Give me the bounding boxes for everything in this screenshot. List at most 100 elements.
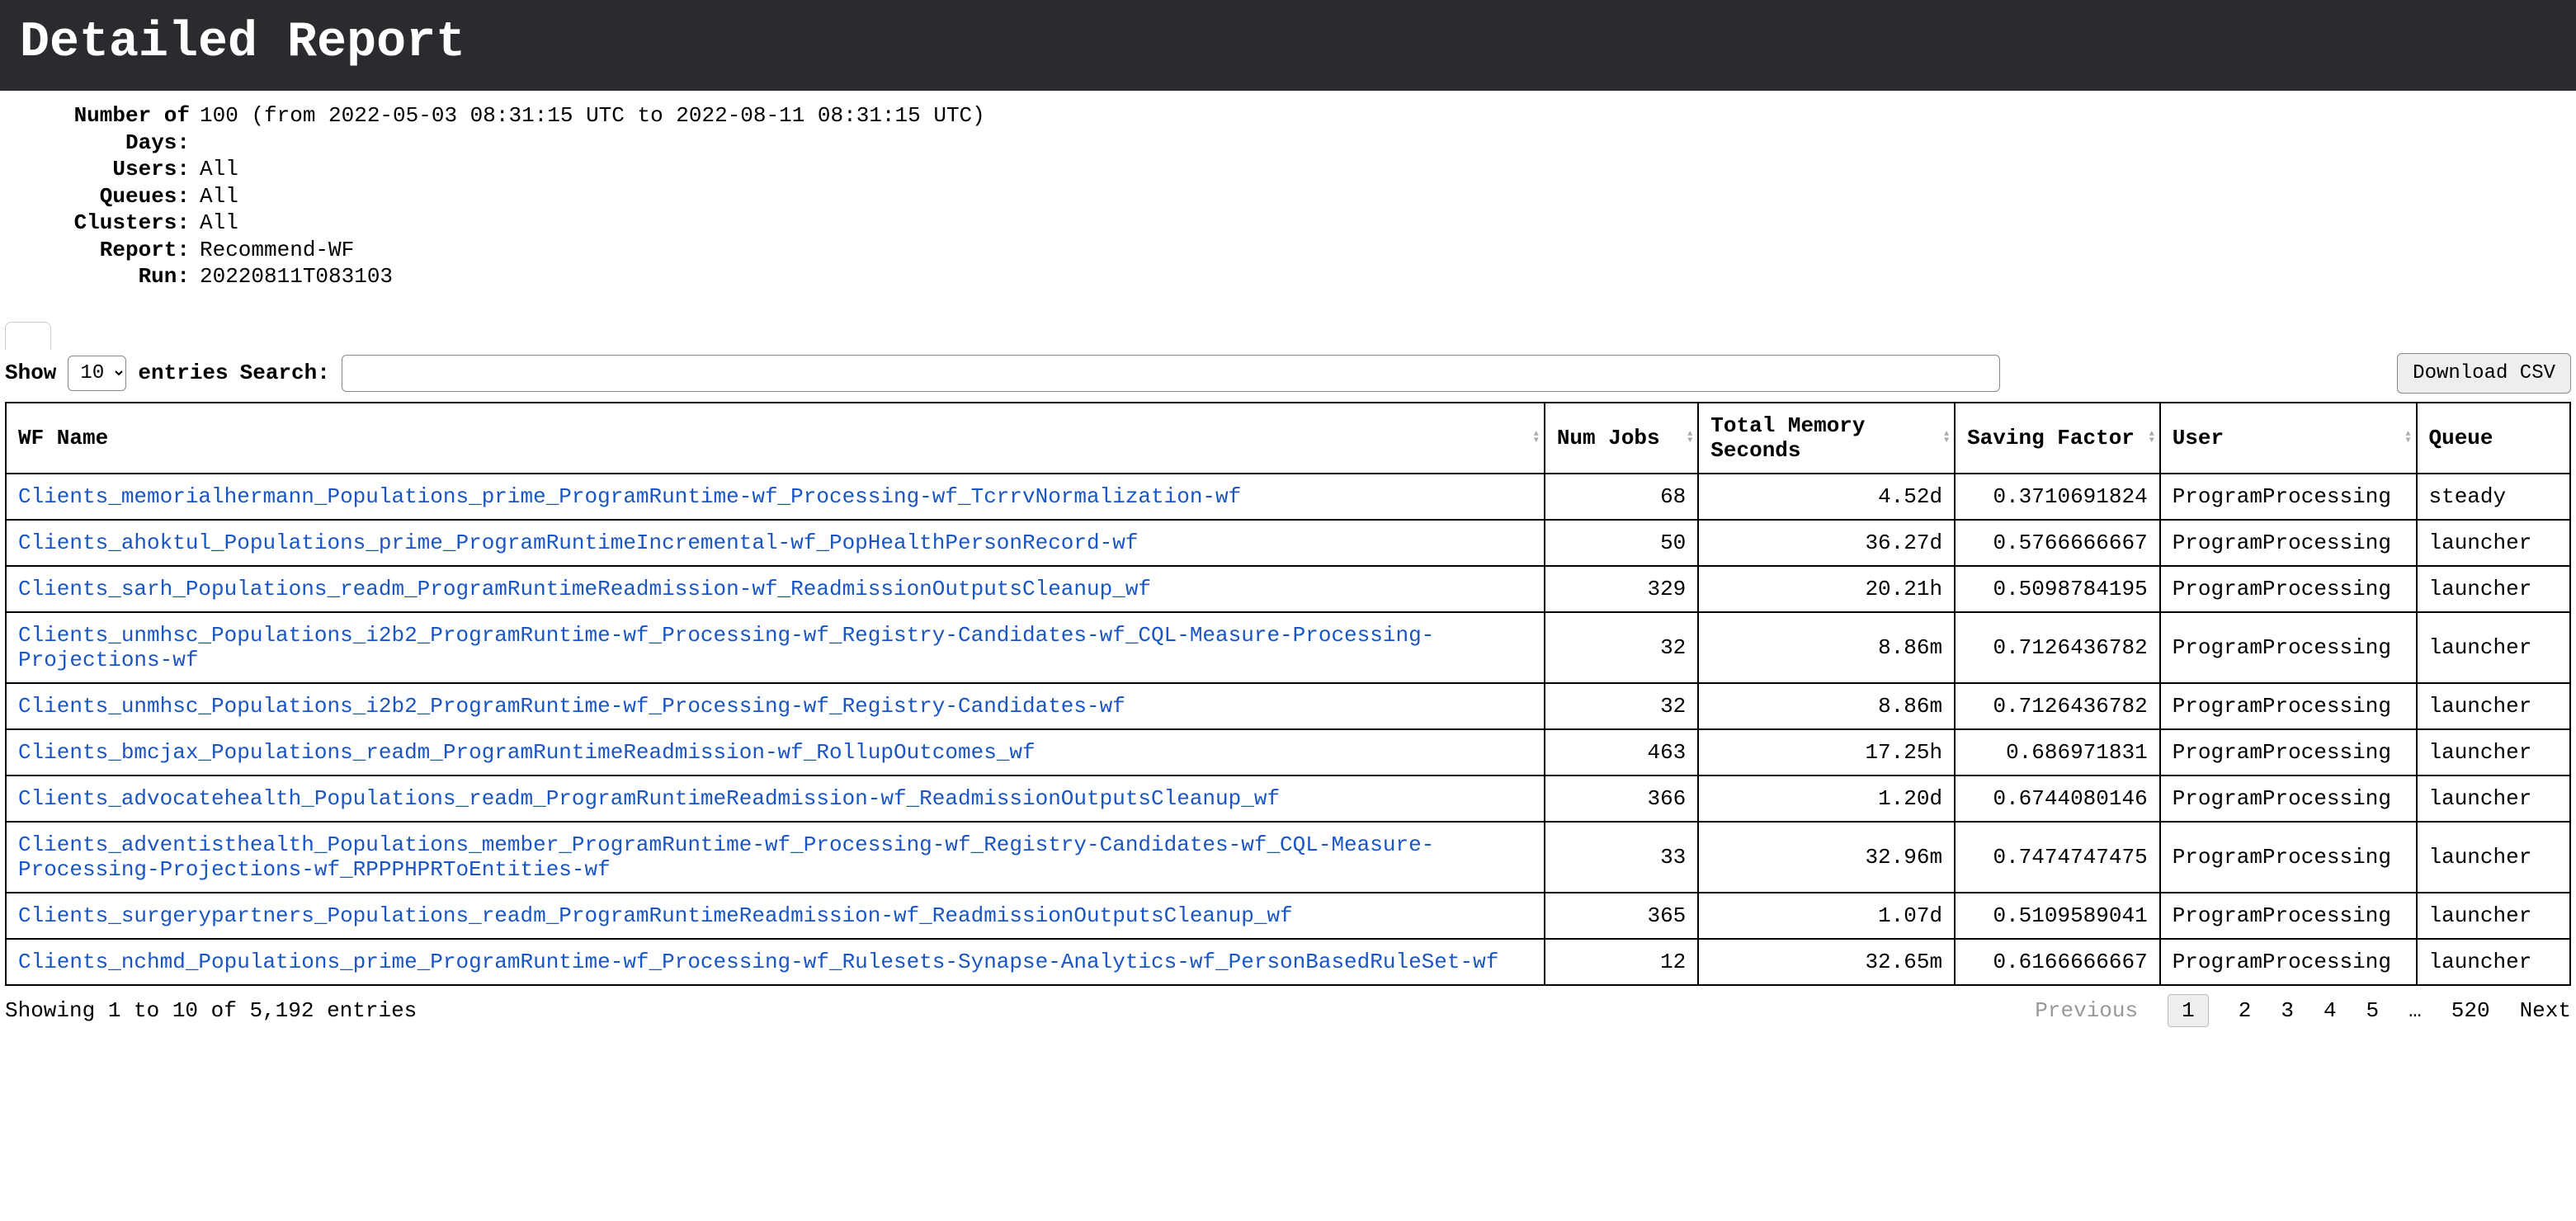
cell-wf-name: Clients_nchmd_Populations_prime_ProgramR… (6, 939, 1545, 985)
cell-num-jobs: 365 (1545, 893, 1698, 939)
search-input[interactable] (342, 355, 2000, 392)
table-row: Clients_memorialhermann_Populations_prim… (6, 474, 2570, 520)
cell-saving-factor: 0.7126436782 (1955, 612, 2160, 683)
table-row: Clients_adventisthealth_Populations_memb… (6, 822, 2570, 893)
cell-wf-name: Clients_ahoktul_Populations_prime_Progra… (6, 520, 1545, 566)
cell-queue: launcher (2417, 729, 2571, 776)
page-number[interactable]: 520 (2451, 998, 2490, 1023)
cell-saving-factor: 0.5098784195 (1955, 566, 2160, 612)
cell-user: ProgramProcessing (2160, 729, 2417, 776)
col-total-memory[interactable]: Total Memory Seconds ▲▼ (1698, 403, 1955, 474)
page-number[interactable]: 5 (2366, 998, 2380, 1023)
page-number[interactable]: 3 (2281, 998, 2294, 1023)
wf-link[interactable]: Clients_unmhsc_Populations_i2b2_ProgramR… (18, 694, 1125, 719)
cell-num-jobs: 68 (1545, 474, 1698, 520)
cell-queue: launcher (2417, 822, 2571, 893)
col-queue[interactable]: Queue (2417, 403, 2571, 474)
wf-link[interactable]: Clients_bmcjax_Populations_readm_Program… (18, 740, 1036, 765)
page-header: Detailed Report (0, 0, 2576, 91)
cell-user: ProgramProcessing (2160, 520, 2417, 566)
meta-report-value: Recommend-WF (200, 237, 2574, 264)
cell-user: ProgramProcessing (2160, 612, 2417, 683)
table-row: Clients_ahoktul_Populations_prime_Progra… (6, 520, 2570, 566)
cell-num-jobs: 32 (1545, 612, 1698, 683)
sort-icon: ▲▼ (1944, 431, 1949, 445)
table-row: Clients_advocatehealth_Populations_readm… (6, 776, 2570, 822)
cell-wf-name: Clients_sarh_Populations_readm_ProgramRu… (6, 566, 1545, 612)
wf-link[interactable]: Clients_unmhsc_Populations_i2b2_ProgramR… (18, 623, 1434, 672)
cell-num-jobs: 329 (1545, 566, 1698, 612)
cell-wf-name: Clients_unmhsc_Populations_i2b2_ProgramR… (6, 683, 1545, 729)
cell-total-memory: 17.25h (1698, 729, 1955, 776)
page-number[interactable]: 4 (2324, 998, 2337, 1023)
col-wf-name[interactable]: WF Name ▲▼ (6, 403, 1545, 474)
cell-total-memory: 1.20d (1698, 776, 1955, 822)
showing-info: Showing 1 to 10 of 5,192 entries (5, 998, 2035, 1023)
meta-days-label: Number of Days: (2, 102, 200, 156)
cell-saving-factor: 0.7474747475 (1955, 822, 2160, 893)
cell-queue: steady (2417, 474, 2571, 520)
sort-icon: ▲▼ (1534, 431, 1539, 445)
page-ellipsis: … (2409, 998, 2422, 1023)
cell-saving-factor: 0.7126436782 (1955, 683, 2160, 729)
table-row: Clients_nchmd_Populations_prime_ProgramR… (6, 939, 2570, 985)
cell-total-memory: 36.27d (1698, 520, 1955, 566)
cell-queue: launcher (2417, 566, 2571, 612)
wf-link[interactable]: Clients_advocatehealth_Populations_readm… (18, 786, 1280, 811)
table-row: Clients_sarh_Populations_readm_ProgramRu… (6, 566, 2570, 612)
cell-total-memory: 20.21h (1698, 566, 1955, 612)
wf-link[interactable]: Clients_memorialhermann_Populations_prim… (18, 484, 1241, 509)
meta-clusters-value: All (200, 210, 2574, 237)
wf-link[interactable]: Clients_nchmd_Populations_prime_ProgramR… (18, 950, 1498, 974)
previous-button[interactable]: Previous (2035, 998, 2138, 1023)
page-size-select[interactable]: 10 (68, 356, 126, 391)
cell-user: ProgramProcessing (2160, 776, 2417, 822)
cell-num-jobs: 33 (1545, 822, 1698, 893)
cell-queue: launcher (2417, 683, 2571, 729)
tab-stub[interactable] (5, 322, 51, 350)
cell-saving-factor: 0.3710691824 (1955, 474, 2160, 520)
page-number[interactable]: 1 (2168, 994, 2209, 1027)
wf-link[interactable]: Clients_adventisthealth_Populations_memb… (18, 832, 1434, 882)
cell-user: ProgramProcessing (2160, 822, 2417, 893)
cell-wf-name: Clients_advocatehealth_Populations_readm… (6, 776, 1545, 822)
meta-queues-value: All (200, 183, 2574, 210)
cell-wf-name: Clients_memorialhermann_Populations_prim… (6, 474, 1545, 520)
table-row: Clients_unmhsc_Populations_i2b2_ProgramR… (6, 612, 2570, 683)
meta-users-label: Users: (2, 156, 200, 183)
cell-saving-factor: 0.5766666667 (1955, 520, 2160, 566)
meta-run-value: 20220811T083103 (200, 263, 2574, 290)
sort-icon: ▲▼ (2405, 431, 2410, 445)
page-number[interactable]: 2 (2239, 998, 2252, 1023)
wf-link[interactable]: Clients_surgerypartners_Populations_read… (18, 903, 1293, 928)
report-table: WF Name ▲▼ Num Jobs ▲▼ Total Memory Seco… (5, 402, 2571, 986)
col-num-jobs[interactable]: Num Jobs ▲▼ (1545, 403, 1698, 474)
cell-wf-name: Clients_adventisthealth_Populations_memb… (6, 822, 1545, 893)
table-row: Clients_bmcjax_Populations_readm_Program… (6, 729, 2570, 776)
download-csv-button[interactable]: Download CSV (2397, 353, 2571, 394)
sort-icon: ▲▼ (1687, 431, 1692, 445)
show-label: Show (5, 361, 56, 385)
table-footer: Showing 1 to 10 of 5,192 entries Previou… (0, 986, 2576, 1052)
col-user[interactable]: User ▲▼ (2160, 403, 2417, 474)
meta-clusters-label: Clusters: (2, 210, 200, 237)
entries-label: entries (138, 361, 228, 385)
next-button[interactable]: Next (2520, 998, 2571, 1023)
cell-user: ProgramProcessing (2160, 566, 2417, 612)
report-meta: Number of Days: 100 (from 2022-05-03 08:… (0, 91, 2576, 299)
cell-num-jobs: 50 (1545, 520, 1698, 566)
cell-wf-name: Clients_surgerypartners_Populations_read… (6, 893, 1545, 939)
wf-link[interactable]: Clients_ahoktul_Populations_prime_Progra… (18, 530, 1138, 555)
meta-days-value: 100 (from 2022-05-03 08:31:15 UTC to 202… (200, 102, 2574, 156)
cell-queue: launcher (2417, 520, 2571, 566)
col-saving-factor[interactable]: Saving Factor ▲▼ (1955, 403, 2160, 474)
wf-link[interactable]: Clients_sarh_Populations_readm_ProgramRu… (18, 577, 1151, 601)
cell-wf-name: Clients_bmcjax_Populations_readm_Program… (6, 729, 1545, 776)
cell-user: ProgramProcessing (2160, 683, 2417, 729)
pagination: Previous 1 2 3 4 5 … 520 Next (2035, 994, 2571, 1027)
cell-saving-factor: 0.5109589041 (1955, 893, 2160, 939)
meta-queues-label: Queues: (2, 183, 200, 210)
cell-total-memory: 32.65m (1698, 939, 1955, 985)
cell-total-memory: 8.86m (1698, 683, 1955, 729)
meta-report-label: Report: (2, 237, 200, 264)
